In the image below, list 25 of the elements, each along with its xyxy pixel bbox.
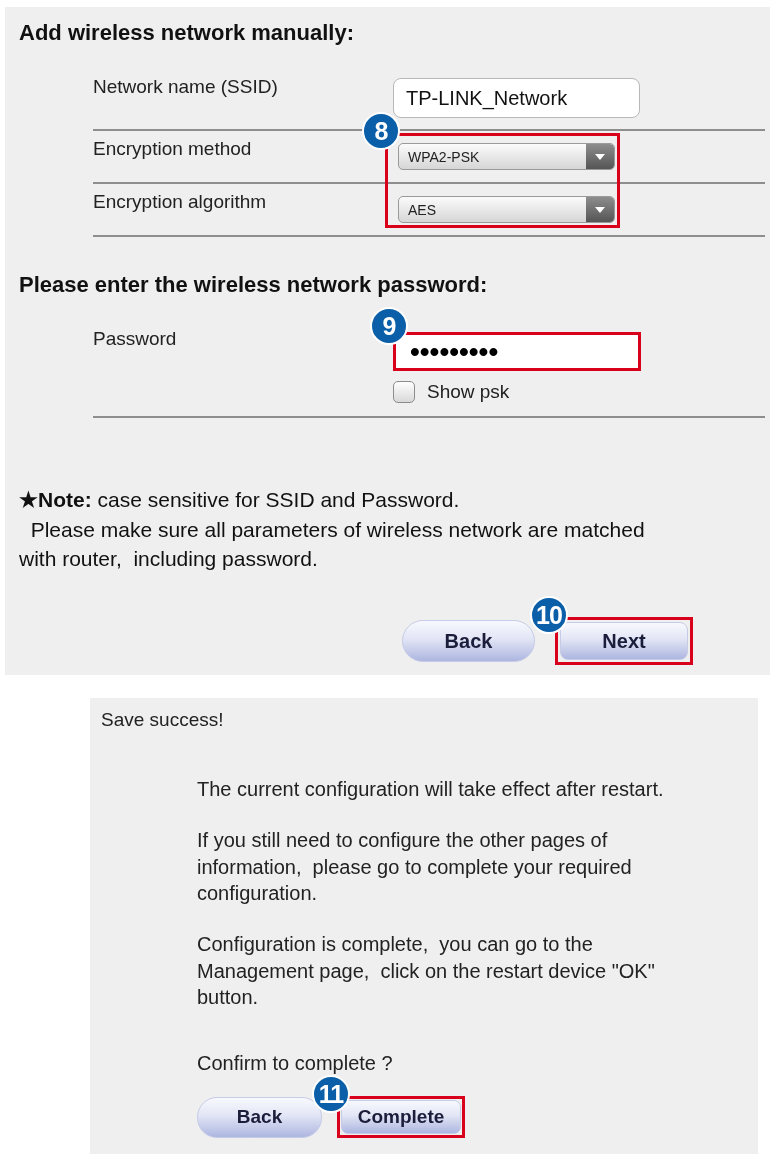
password-field[interactable]: ••••••••• <box>393 332 641 371</box>
message-text: Configuration is complete, you can go to the Management page, click on the restart device "OK" button. <box>197 932 656 1010</box>
field-label: Encryption algorithm <box>93 191 268 213</box>
action-button[interactable]: Back <box>402 620 535 662</box>
step-badge: 8 <box>362 112 400 150</box>
step-badge: 10 <box>530 596 568 634</box>
section-heading: Add wireless network manually: <box>19 21 355 45</box>
note-text: ★Note: case sensitive for SSID and Password. <box>19 487 461 513</box>
field-label: Network name (SSID) <box>93 76 279 98</box>
section-heading: Please enter the wireless network password: <box>19 273 489 297</box>
field-label: Encryption method <box>93 138 253 160</box>
message-text: The current configuration will take effect after restart. <box>197 777 665 802</box>
confirm-text: Confirm to complete ? <box>197 1051 394 1076</box>
text-field[interactable]: TP-LINK_Network <box>393 78 640 118</box>
dropdown-field[interactable]: AES <box>398 196 615 223</box>
checkbox-label: Show psk <box>427 381 510 403</box>
field-label: Password <box>93 328 178 350</box>
note-text: Please make sure all parameters of wireless network are matched with router, including password. <box>19 516 646 572</box>
action-button[interactable]: Next <box>560 622 688 660</box>
dropdown-field[interactable]: WPA2-PSK <box>398 143 615 170</box>
step-badge: 9 <box>370 307 408 345</box>
dialog-title: Save success! <box>101 709 225 731</box>
step-badge: 11 <box>312 1075 350 1113</box>
checkbox[interactable] <box>393 381 415 403</box>
message-text: If you still need to configure the other pages of information, please go to complete your required configuration. <box>197 828 633 906</box>
